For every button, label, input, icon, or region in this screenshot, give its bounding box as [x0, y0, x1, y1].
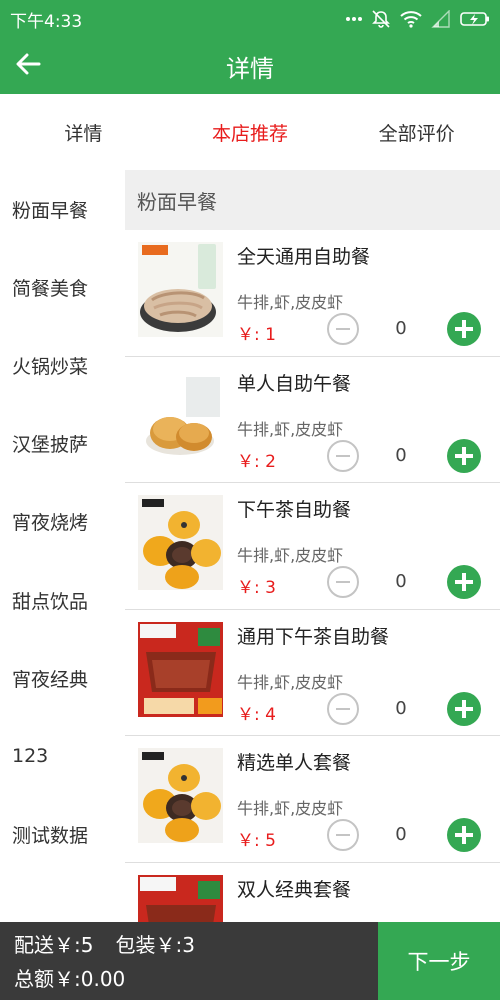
decrease-button[interactable]	[327, 566, 359, 598]
category-item[interactable]: 宵夜烧烤	[0, 483, 125, 561]
product-desc: 牛排,虾,皮皮虾	[237, 546, 344, 565]
mute-icon	[371, 9, 391, 29]
bottom-bar: 配送￥:5 包装￥:3 总额￥:0.00 下一步	[0, 922, 500, 1000]
top-bar: 下午4:33 详情	[0, 0, 500, 94]
category-item[interactable]: 123	[0, 717, 125, 795]
product-price: ￥: 4	[237, 704, 276, 725]
product-desc: 牛排,虾,皮皮虾	[237, 672, 344, 692]
signal-icon	[431, 10, 451, 28]
decrease-button[interactable]	[327, 439, 359, 472]
status-bar: 下午4:33	[0, 0, 500, 38]
battery-charging-icon	[460, 11, 490, 27]
tab-bar: 详情 本店推荐 全部评价	[0, 94, 500, 170]
product-name: 双人经典套餐	[237, 878, 352, 901]
category-item[interactable]: 甜点饮品	[0, 561, 125, 639]
product-price: ￥: 5	[237, 831, 276, 851]
delivery-fee: 配送￥:5	[14, 933, 94, 957]
product-price: ￥: 3	[237, 578, 276, 598]
product-image	[138, 495, 223, 590]
product-list[interactable]: 粉面早餐 全天通用自助餐 牛排,虾,皮皮虾 ￥: 1 0 单人自助午餐 牛排,虾…	[125, 170, 500, 922]
tab-store-recommend[interactable]: 本店推荐	[167, 94, 334, 170]
product-name: 通用下午茶自助餐	[237, 625, 390, 648]
packing-fee: 包装￥:3	[115, 933, 195, 957]
arrow-left-icon	[15, 53, 41, 79]
total-amount: 总额￥:0.00	[14, 967, 126, 991]
page-title: 详情	[226, 54, 274, 83]
status-time: 下午4:33	[10, 11, 83, 32]
product-price: ￥: 2	[237, 451, 276, 472]
increase-button[interactable]	[447, 691, 481, 726]
product-image	[138, 368, 223, 464]
increase-button[interactable]	[447, 565, 481, 599]
product-quantity: 0	[395, 571, 407, 592]
decrease-button[interactable]	[327, 692, 359, 725]
product-name: 单人自助午餐	[237, 372, 352, 395]
increase-button[interactable]	[447, 312, 481, 346]
product-quantity: 0	[395, 824, 407, 845]
product-item: 全天通用自助餐 牛排,虾,皮皮虾 ￥: 1 0	[125, 230, 500, 357]
category-item[interactable]: 简餐美食	[0, 248, 125, 326]
app-root: 下午4:33 详情 详情 本店推荐 全部评价 粉面早餐 简餐美食 火锅炒菜 汉堡…	[0, 0, 500, 1000]
next-step-button[interactable]: 下一步	[378, 922, 500, 1000]
section-header: 粉面早餐	[125, 170, 500, 230]
product-item: 下午茶自助餐 牛排,虾,皮皮虾 ￥: 3 0	[125, 483, 500, 610]
decrease-button[interactable]	[327, 819, 359, 851]
category-list: 粉面早餐 简餐美食 火锅炒菜 汉堡披萨 宵夜烧烤 甜点饮品 宵夜经典 123 测…	[0, 170, 125, 922]
product-name: 精选单人套餐	[237, 752, 352, 774]
product-item: 单人自助午餐 牛排,虾,皮皮虾 ￥: 2 0	[125, 357, 500, 483]
order-summary: 配送￥:5 包装￥:3 总额￥:0.00	[0, 922, 378, 1000]
product-item: 双人经典套餐	[125, 863, 500, 922]
product-item: 精选单人套餐 牛排,虾,皮皮虾 ￥: 5 0	[125, 736, 500, 863]
category-item[interactable]: 粉面早餐	[0, 170, 125, 248]
category-item[interactable]: 汉堡披萨	[0, 405, 125, 483]
category-item[interactable]: 宵夜经典	[0, 639, 125, 717]
status-icons	[346, 9, 490, 29]
header: 详情	[0, 38, 500, 94]
tab-all-reviews[interactable]: 全部评价	[333, 94, 500, 170]
product-desc: 牛排,虾,皮皮虾	[237, 419, 344, 439]
more-dots-icon	[346, 16, 362, 22]
product-desc: 牛排,虾,皮皮虾	[237, 799, 344, 818]
product-desc: 牛排,虾,皮皮虾	[237, 293, 344, 312]
category-item[interactable]: 火锅炒菜	[0, 326, 125, 404]
product-name: 下午茶自助餐	[237, 499, 352, 521]
product-image	[138, 242, 223, 337]
product-image	[138, 748, 223, 843]
product-image	[138, 621, 223, 717]
product-image	[138, 874, 223, 922]
product-item: 通用下午茶自助餐 牛排,虾,皮皮虾 ￥: 4 0	[125, 610, 500, 736]
category-item[interactable]: 测试数据	[0, 796, 125, 874]
product-quantity: 0	[395, 444, 407, 466]
increase-button[interactable]	[447, 818, 481, 852]
product-quantity: 0	[395, 318, 407, 339]
back-button[interactable]	[8, 46, 48, 86]
product-price: ￥: 1	[237, 325, 276, 345]
increase-button[interactable]	[447, 438, 481, 473]
product-quantity: 0	[395, 697, 407, 719]
tab-details[interactable]: 详情	[0, 94, 167, 170]
wifi-icon	[400, 10, 422, 28]
decrease-button[interactable]	[327, 313, 359, 345]
product-name: 全天通用自助餐	[237, 246, 371, 268]
